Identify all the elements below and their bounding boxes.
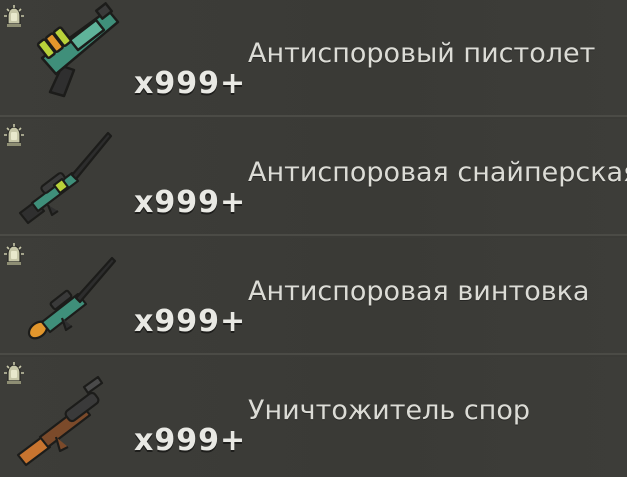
quantity-label: x999+ — [134, 185, 247, 220]
list-item[interactable]: x999+ Антиспоровая винтовка — [0, 238, 627, 355]
item-name: Уничтожитель спор — [248, 395, 530, 426]
list-item[interactable]: x999+ Уничтожитель спор — [0, 357, 627, 477]
quantity-label: x999+ — [134, 66, 247, 101]
list-item[interactable]: x999+ Антиспоровый пистолет — [0, 0, 627, 117]
item-name: Антиспоровая снайперская — [248, 157, 627, 188]
antispore-pistol-icon — [36, 2, 120, 98]
antispore-sniper-icon — [18, 131, 113, 225]
item-name: Антиспоровый пистолет — [248, 38, 596, 69]
weapon-list: x999+ Антиспоровый пистолет x999+ Антисп… — [0, 0, 627, 477]
antispore-rifle-icon — [27, 256, 117, 340]
list-item[interactable]: x999+ Антиспоровая снайперская — [0, 119, 627, 236]
spore-destroyer-icon — [16, 375, 104, 467]
item-name: Антиспоровая винтовка — [248, 276, 590, 307]
quantity-label: x999+ — [134, 423, 247, 458]
quantity-label: x999+ — [134, 304, 247, 339]
